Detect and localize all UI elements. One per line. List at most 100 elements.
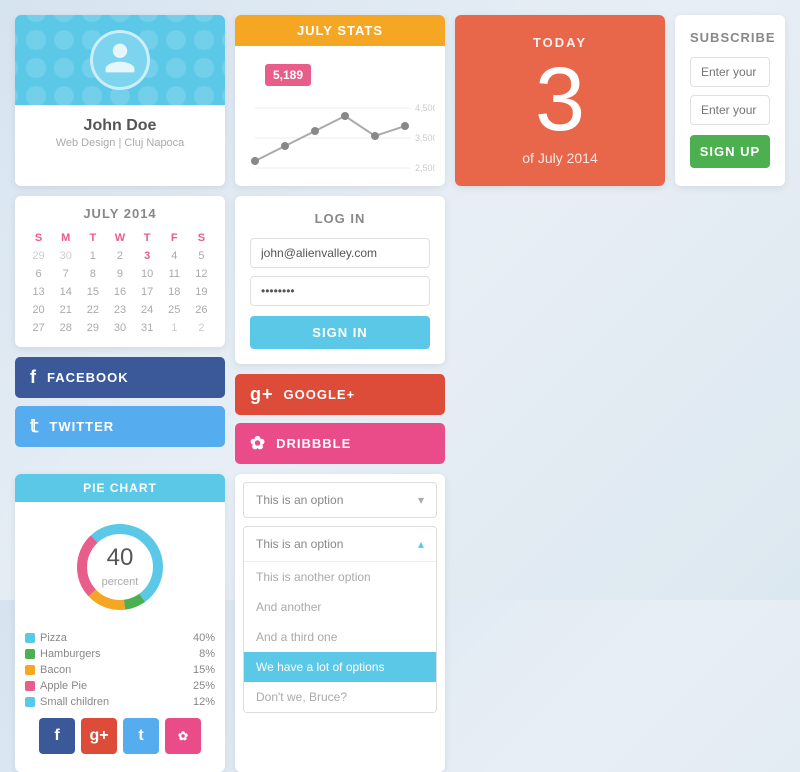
pie-body: 40 percent Pizza 40% Hamburgers 8% Bacon… xyxy=(15,502,225,772)
cal-header-w: W xyxy=(106,229,133,247)
cal-day[interactable]: 27 xyxy=(25,319,52,337)
stats-body: 5,189 4,500 3,500 2,500 xyxy=(235,46,445,176)
cal-day[interactable]: 30 xyxy=(52,247,79,265)
dropdown-selected-label: This is an option xyxy=(256,493,343,507)
cal-today[interactable]: 3 xyxy=(134,247,161,265)
cal-day[interactable]: 1 xyxy=(79,247,106,265)
cal-day[interactable]: 24 xyxy=(134,301,161,319)
cal-row-5: 27 28 29 30 31 1 2 xyxy=(25,319,215,337)
dropdown-option-2[interactable]: And another xyxy=(244,592,436,622)
cal-day[interactable]: 26 xyxy=(188,301,215,319)
stats-card: JULY STATS 5,189 4,500 3,500 2,500 xyxy=(235,15,445,186)
cal-day[interactable]: 2 xyxy=(106,247,133,265)
dropdown-open-header[interactable]: This is an option ▴ xyxy=(244,527,436,562)
cal-day[interactable]: 29 xyxy=(25,247,52,265)
cal-day[interactable]: 7 xyxy=(52,265,79,283)
login-email-input[interactable] xyxy=(250,238,430,268)
email-input[interactable] xyxy=(690,57,770,87)
twitter-icon-btn[interactable]: t xyxy=(123,718,159,754)
googleplus-icon-btn[interactable]: g+ xyxy=(81,718,117,754)
profile-name: John Doe xyxy=(56,117,185,135)
cal-day[interactable]: 12 xyxy=(188,265,215,283)
googleplus-icon: g+ xyxy=(250,384,274,405)
dribbble-large-btn[interactable]: ✿ DRIBBBLE xyxy=(235,423,445,464)
cal-day[interactable]: 14 xyxy=(52,283,79,301)
cal-day[interactable]: 28 xyxy=(52,319,79,337)
svg-text:2,500: 2,500 xyxy=(415,163,435,173)
cal-day[interactable]: 8 xyxy=(79,265,106,283)
dribbble-icon-btn[interactable]: ✿ xyxy=(165,718,201,754)
twitter-label: TWITTER xyxy=(49,419,114,434)
cal-day[interactable]: 15 xyxy=(79,283,106,301)
pie-label: percent xyxy=(102,576,139,588)
googleplus-large-btn[interactable]: g+ GOOGLE+ xyxy=(235,374,445,415)
signin-button[interactable]: SIGN IN xyxy=(250,316,430,349)
dropdown-open-label: This is an option xyxy=(256,537,343,551)
today-label: TODAY xyxy=(533,35,587,50)
cal-day[interactable]: 20 xyxy=(25,301,52,319)
profile-info: John Doe Web Design | Cluj Napoca xyxy=(44,105,197,161)
cal-day[interactable]: 29 xyxy=(79,319,106,337)
facebook-large-btn[interactable]: f FACEBOOK xyxy=(15,357,225,398)
profile-subtitle: Web Design | Cluj Napoca xyxy=(56,137,185,149)
cal-day[interactable]: 9 xyxy=(106,265,133,283)
cal-row-4: 20 21 22 23 24 25 26 xyxy=(25,301,215,319)
cal-day[interactable]: 25 xyxy=(161,301,188,319)
cal-day[interactable]: 6 xyxy=(25,265,52,283)
cal-day[interactable]: 19 xyxy=(188,283,215,301)
dribbble-label: DRIBBBLE xyxy=(276,436,351,451)
cal-day[interactable]: 1 xyxy=(161,319,188,337)
cal-day[interactable]: 13 xyxy=(25,283,52,301)
cal-row-2: 6 7 8 9 10 11 12 xyxy=(25,265,215,283)
cal-day[interactable]: 10 xyxy=(134,265,161,283)
cal-day[interactable]: 16 xyxy=(106,283,133,301)
calendar-card: JULY 2014 S M T W T F S 29 xyxy=(15,196,225,347)
user-icon xyxy=(102,40,138,81)
pie-center: 40 percent xyxy=(102,544,139,590)
today-sub: of July 2014 xyxy=(522,150,598,166)
cal-day[interactable]: 4 xyxy=(161,247,188,265)
social-right-btns: g+ GOOGLE+ ✿ DRIBBBLE xyxy=(235,374,445,464)
social-icons-row: f g+ t ✿ xyxy=(29,710,211,762)
googleplus-label: GOOGLE+ xyxy=(284,387,356,402)
dropdown-collapsed[interactable]: This is an option ▾ xyxy=(243,482,437,518)
cal-day[interactable]: 2 xyxy=(188,319,215,337)
dropdown-option-1[interactable]: This is another option xyxy=(244,562,436,592)
password-input[interactable] xyxy=(690,95,770,125)
cal-day[interactable]: 31 xyxy=(134,319,161,337)
chevron-up-icon: ▴ xyxy=(418,537,424,551)
chevron-down-icon: ▾ xyxy=(418,493,424,507)
twitter-large-btn[interactable]: 𝕥 TWITTER xyxy=(15,406,225,447)
cal-day[interactable]: 18 xyxy=(161,283,188,301)
facebook-icon-btn[interactable]: f xyxy=(39,718,75,754)
profile-header xyxy=(15,15,225,105)
dropdown-option-4[interactable]: We have a lot of options xyxy=(244,652,436,682)
dropdown-option-3[interactable]: And a third one xyxy=(244,622,436,652)
cal-day[interactable]: 23 xyxy=(106,301,133,319)
cal-day[interactable]: 5 xyxy=(188,247,215,265)
legend-pizza: Pizza 40% xyxy=(25,630,215,646)
cal-day[interactable]: 17 xyxy=(134,283,161,301)
cal-day[interactable]: 22 xyxy=(79,301,106,319)
cal-day[interactable]: 30 xyxy=(106,319,133,337)
cal-row-1: 29 30 1 2 3 4 5 xyxy=(25,247,215,265)
login-password-input[interactable] xyxy=(250,276,430,306)
calendar-grid: S M T W T F S 29 30 1 2 3 xyxy=(25,229,215,337)
pie-legend: Pizza 40% Hamburgers 8% Bacon 15% Apple … xyxy=(25,630,215,710)
dropdown-option-5[interactable]: Don't we, Bruce? xyxy=(244,682,436,712)
dropdown-open: This is an option ▴ This is another opti… xyxy=(243,526,437,713)
stats-chart: 4,500 3,500 2,500 xyxy=(245,86,435,186)
cal-row-3: 13 14 15 16 17 18 19 xyxy=(25,283,215,301)
twitter-icon: 𝕥 xyxy=(30,416,39,437)
signup-button[interactable]: SIGN UP xyxy=(690,135,770,168)
cal-header-f: F xyxy=(161,229,188,247)
cal-day[interactable]: 21 xyxy=(52,301,79,319)
cal-header-m: M xyxy=(52,229,79,247)
dropdown-list: This is another option And another And a… xyxy=(244,562,436,712)
cal-day[interactable]: 11 xyxy=(161,265,188,283)
calendar-title: JULY 2014 xyxy=(25,206,215,221)
legend-bacon: Bacon 15% xyxy=(25,662,215,678)
pie-header: PIE CHART xyxy=(15,474,225,502)
legend-applepie: Apple Pie 25% xyxy=(25,678,215,694)
cal-header-t2: T xyxy=(134,229,161,247)
